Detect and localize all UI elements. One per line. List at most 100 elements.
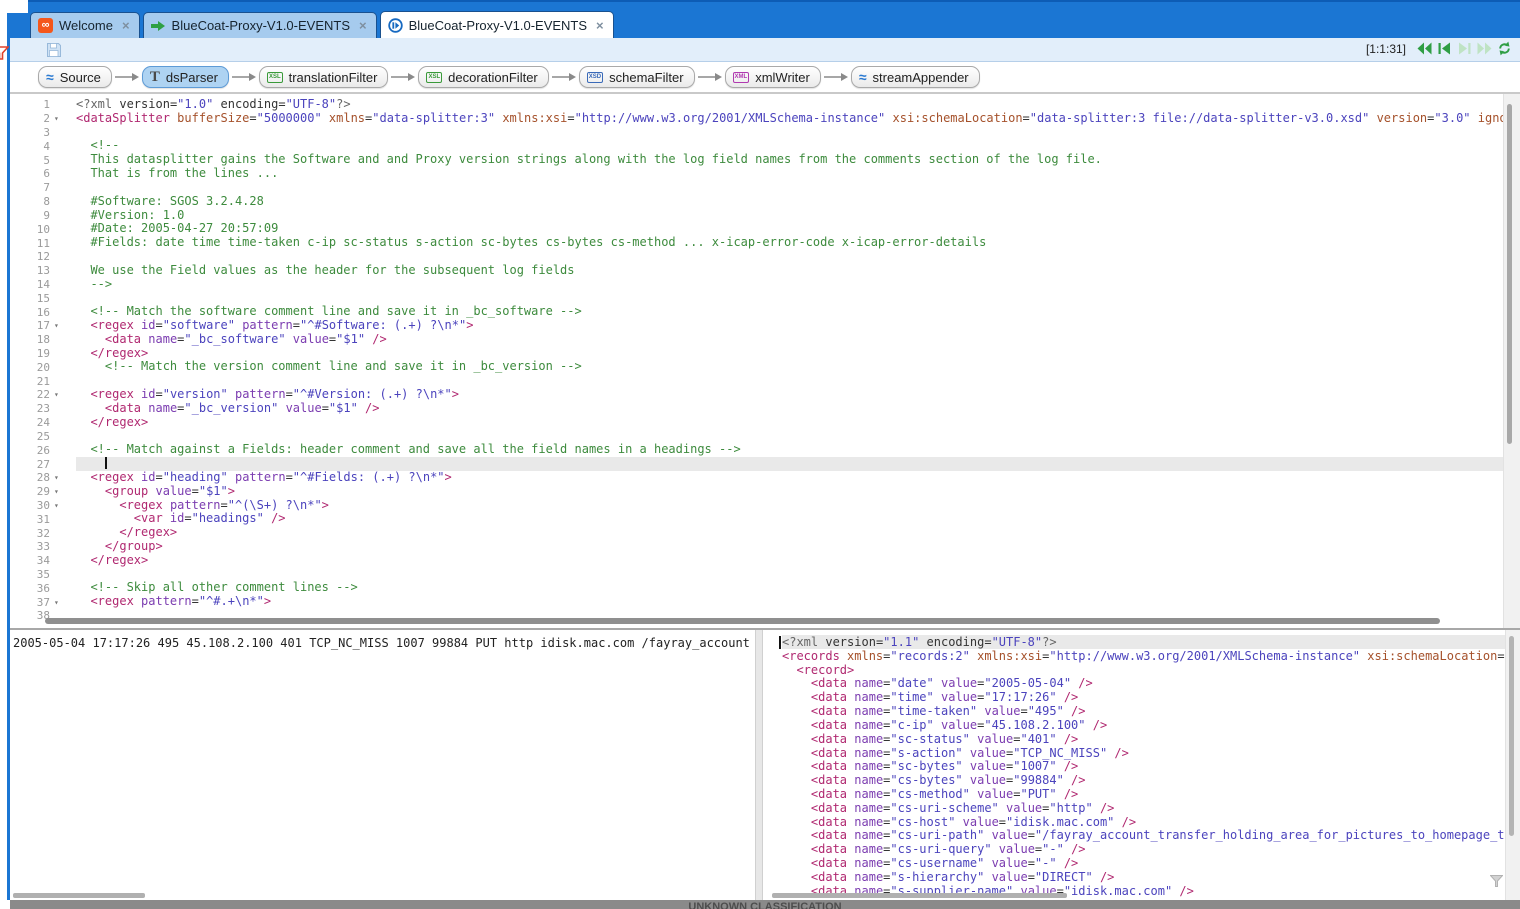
line-number[interactable]: 16 [10,305,66,319]
pipeline-element-streamappender[interactable]: ≈ streamAppender [851,66,980,88]
fold-toggle-icon[interactable]: ▾ [54,501,66,510]
code-line: </regex> [76,416,1503,430]
datasplitter-editor[interactable]: 12▾34567891011121314151617▾1819202122▾23… [10,94,1520,628]
input-pane-hscrollbar-thumb[interactable] [13,893,145,898]
fold-toggle-icon[interactable]: ▾ [54,487,66,496]
line-number[interactable]: 7 [10,181,66,195]
line-number[interactable]: 12 [10,250,66,264]
pipeline-arrow-icon [232,72,256,82]
line-number[interactable]: 34 [10,554,66,568]
tab-label: BlueCoat-Proxy-V1.0-EVENTS [172,18,350,33]
code-line: </regex> [76,554,1503,568]
line-number[interactable]: 30▾ [10,499,66,513]
code-line: #Fields: date time time-taken c-ip sc-st… [76,236,1503,250]
line-number[interactable]: 36 [10,581,66,595]
line-number[interactable]: 8 [10,195,66,209]
step-position-indicator: [1:1:31] [1366,42,1406,56]
line-number[interactable]: 11 [10,236,66,250]
line-number[interactable]: 27 [10,457,66,471]
fold-toggle-icon[interactable]: ▾ [54,390,66,399]
line-number[interactable]: 2▾ [10,112,66,126]
code-line: <var id="headings" /> [76,512,1503,526]
line-number[interactable]: 1 [10,98,66,112]
tab-welcome[interactable]: ∞ Welcome × [30,12,140,38]
line-number[interactable]: 19 [10,347,66,361]
tab-bluecoat-translation[interactable]: BlueCoat-Proxy-V1.0-EVENTS × [143,12,377,38]
close-icon[interactable]: × [359,19,367,32]
line-number[interactable]: 33 [10,540,66,554]
refresh-icon[interactable] [1497,41,1512,56]
line-number[interactable]: 22▾ [10,388,66,402]
close-icon[interactable]: × [596,19,604,32]
window-left-gutter [0,0,7,909]
line-number[interactable]: 15 [10,291,66,305]
step-backward-button[interactable] [1437,41,1452,56]
line-number[interactable]: 29▾ [10,485,66,499]
step-forward-button[interactable] [1457,41,1472,56]
fold-toggle-icon[interactable]: ▾ [54,114,66,123]
close-icon[interactable]: × [122,19,130,32]
window-left-border [7,12,10,900]
line-number[interactable]: 28▾ [10,471,66,485]
tab-bar: ∞ Welcome × BlueCoat-Proxy-V1.0-EVENTS ×… [7,0,1520,38]
output-pane-hscrollbar-thumb[interactable] [772,893,1067,898]
corner-notch [0,0,28,13]
code-line: <!-- Match against a Fields: header comm… [76,443,1503,457]
pipeline-element-decorationfilter[interactable]: XSL decorationFilter [418,66,548,88]
fold-toggle-icon[interactable]: ▾ [54,321,66,330]
line-number[interactable]: 37▾ [10,595,66,609]
code-line: We use the Field values as the header fo… [76,264,1503,278]
output-pane-vscrollbar[interactable] [1505,630,1520,900]
step-last-button[interactable] [1477,41,1492,56]
line-number[interactable]: 25 [10,430,66,444]
tab-bluecoat-stepping[interactable]: BlueCoat-Proxy-V1.0-EVENTS × [380,11,614,38]
save-button[interactable] [46,42,62,58]
line-number[interactable]: 5 [10,153,66,167]
filter-funnel-icon[interactable] [1490,874,1503,892]
editor-code[interactable]: <?xml version="1.0" encoding="UTF-8"?><d… [76,98,1503,623]
line-number[interactable]: 23 [10,402,66,416]
line-number[interactable]: 18 [10,333,66,347]
code-line [76,291,1503,305]
code-line: <data name="cs-uri-query" value="-" /> [782,842,1517,856]
pipeline-element-translationfilter[interactable]: XSL translationFilter [259,66,389,88]
line-number[interactable]: 32 [10,526,66,540]
input-data-pane[interactable]: 2005-05-04 17:17:26 495 45.108.2.100 401… [10,630,755,900]
output-data-pane[interactable]: <?xml version="1.1" encoding="UTF-8"?><r… [763,630,1520,900]
code-line: <regex id="software" pattern="^#Software… [76,319,1503,333]
line-number[interactable]: 4 [10,139,66,153]
editor-vertical-scrollbar[interactable] [1503,94,1520,628]
pipeline-arrow-icon [115,72,139,82]
code-line: <data name="cs-username" value="-" /> [782,856,1517,870]
pipeline-element-xmlwriter[interactable]: XML xmlWriter [725,66,821,88]
editor-horizontal-scrollbar-thumb[interactable] [45,618,1440,624]
output-pane-vscrollbar-thumb[interactable] [1509,636,1514,836]
line-number[interactable]: 35 [10,568,66,582]
line-number[interactable]: 6 [10,167,66,181]
pipeline-element-schemafilter[interactable]: XSD schemaFilter [579,66,695,88]
line-number[interactable]: 3 [10,126,66,140]
fold-toggle-icon[interactable]: ▾ [54,598,66,607]
code-line: <?xml version="1.0" encoding="UTF-8"?> [76,98,1503,112]
code-line: <data name="s-action" value="TCP_NC_MISS… [782,746,1517,760]
pipeline-element-label: schemaFilter [609,70,683,85]
code-line: <regex id="version" pattern="^#Version: … [76,388,1503,402]
line-number[interactable]: 24 [10,416,66,430]
pipeline-element-dsparser[interactable]: T dsParser [142,66,229,88]
line-number[interactable]: 21 [10,374,66,388]
step-first-button[interactable] [1417,41,1432,56]
line-number[interactable]: 20 [10,360,66,374]
line-number[interactable]: 31 [10,512,66,526]
line-number[interactable]: 14 [10,278,66,292]
line-number[interactable]: 17▾ [10,319,66,333]
fold-toggle-icon[interactable]: ▾ [54,473,66,482]
pipeline-element-source[interactable]: ≈ Source [38,66,112,88]
line-number[interactable]: 9 [10,209,66,223]
filter-partial-icon[interactable] [0,45,9,66]
line-number[interactable]: 13 [10,264,66,278]
code-line: <group value="$1"> [76,485,1503,499]
editor-vertical-scrollbar-thumb[interactable] [1507,104,1512,444]
line-number[interactable]: 26 [10,443,66,457]
line-number[interactable]: 10 [10,222,66,236]
pane-splitter[interactable] [755,630,763,900]
